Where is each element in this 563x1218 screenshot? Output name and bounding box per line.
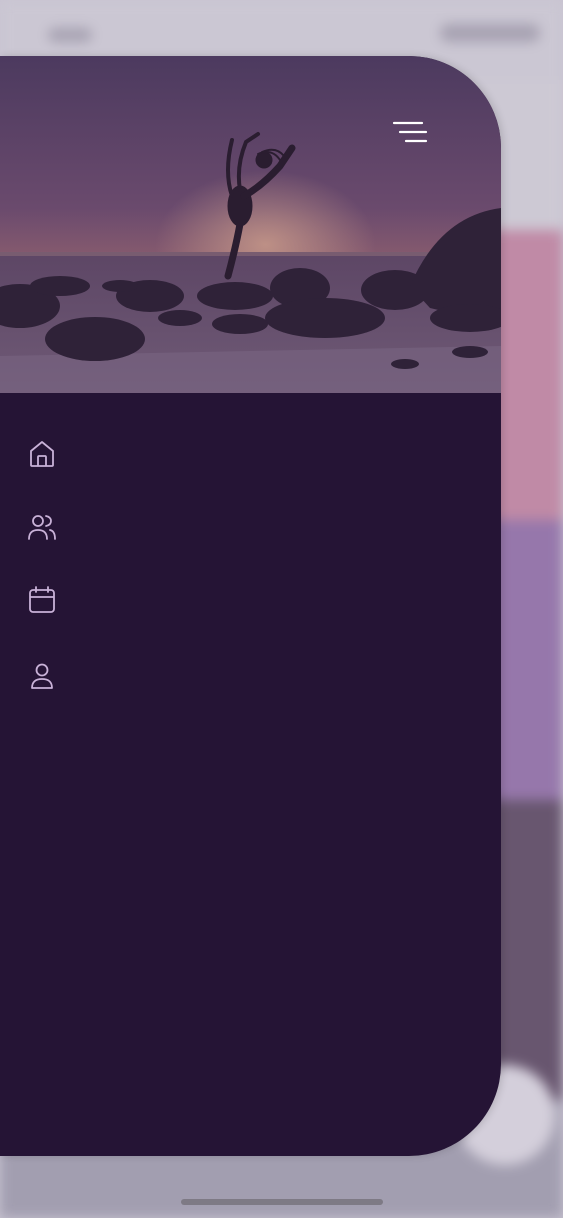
calendar-icon: [29, 586, 55, 613]
dancer-sunset-beach-image: [0, 56, 501, 393]
home-indicator[interactable]: [181, 1199, 383, 1205]
status-icons-blob: [440, 24, 540, 42]
drawer-header-image: [0, 56, 501, 393]
status-time-blob: [48, 28, 92, 42]
hamburger-menu-button[interactable]: [388, 116, 432, 152]
nav-item-profile[interactable]: [18, 650, 218, 702]
screen: [0, 0, 563, 1218]
hamburger-menu-icon: [392, 121, 428, 143]
navigation-drawer: [0, 56, 501, 1156]
nav-item-home[interactable]: [18, 428, 218, 480]
users-icon: [28, 515, 56, 540]
nav-item-community[interactable]: [18, 501, 218, 553]
user-icon: [31, 663, 53, 689]
home-icon: [30, 441, 54, 467]
nav-item-calendar[interactable]: [18, 574, 218, 626]
